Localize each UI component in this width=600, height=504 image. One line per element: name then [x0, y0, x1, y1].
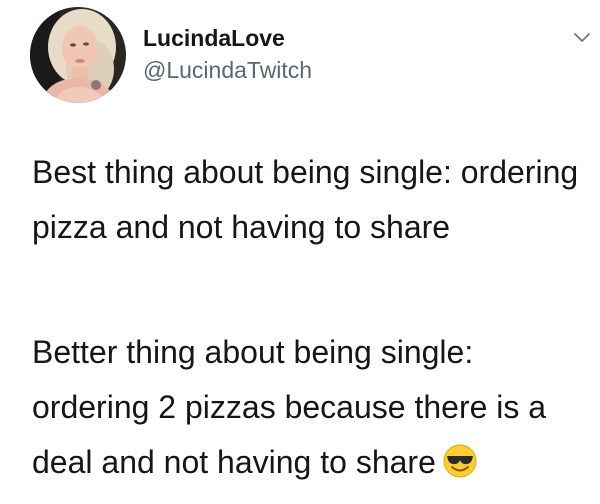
tweet-paragraph-1: Best thing about being single: ordering … — [32, 145, 592, 255]
tweet-paragraph-1-text: Best thing about being single: ordering … — [32, 154, 579, 245]
author-display-name[interactable]: LucindaLove — [143, 25, 285, 52]
author-handle[interactable]: @LucindaTwitch — [143, 57, 312, 84]
smiling-face-with-sunglasses-icon — [442, 441, 478, 478]
chevron-down-icon[interactable] — [572, 28, 592, 48]
avatar[interactable] — [30, 7, 126, 103]
tweet-paragraph-2: Better thing about being single: orderin… — [32, 325, 592, 490]
tweet-card: LucindaLove @LucindaTwitch Best thing ab… — [0, 0, 600, 504]
